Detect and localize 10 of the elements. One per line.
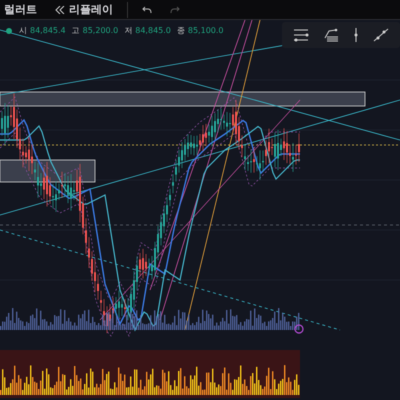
ohlc-value: 84,845.4 (30, 26, 66, 35)
ohlc-value: 85,100.0 (188, 26, 224, 35)
toolbar-button[interactable]: 럴러트 (0, 0, 41, 18)
ohlc-label: 시 (19, 25, 27, 36)
ohlc-label: 종 (176, 25, 185, 36)
toolbar-button[interactable]: 리플레이 (51, 0, 117, 18)
ohlc-value: 84,845.0 (135, 26, 171, 35)
ohlc-label: 고 (72, 25, 80, 36)
ohlc-value: 85,200.0 (82, 26, 118, 35)
ohlc-label: 저 (124, 25, 132, 36)
